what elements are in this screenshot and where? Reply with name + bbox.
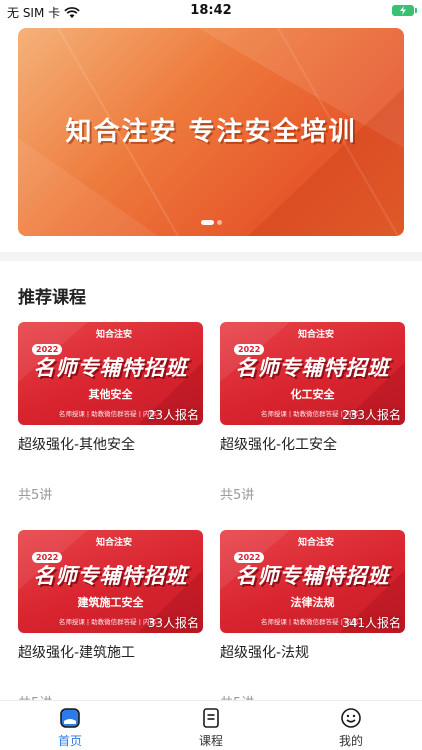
thumbnail-subject: 化工安全 — [290, 388, 335, 401]
thumbnail-headline: 名师专辅特招班 — [235, 564, 390, 588]
brand-logo: 知合注安 — [298, 538, 335, 548]
thumbnail-subject: 法律法规 — [290, 596, 335, 609]
promo-banner[interactable]: 知合注安 专注安全培训 — [18, 28, 404, 236]
brand-logo: 知合注安 — [96, 330, 133, 340]
pagination-dot — [217, 220, 222, 225]
course-title: 超级强化-化工安全 — [220, 437, 338, 453]
battery-charging-icon — [392, 5, 417, 16]
smiley-profile-icon — [341, 708, 361, 728]
course-thumbnail: 知合注安 2022 名师专辅特招班 建筑施工安全 名师授课 | 助教微信群答疑 … — [18, 530, 203, 633]
lesson-count: 共5讲 — [18, 488, 53, 503]
thumbnail-subject: 其他安全 — [88, 388, 133, 401]
bottom-tab-bar: 首页 课程 我的 — [0, 700, 422, 750]
pagination-dot-active — [201, 220, 214, 225]
enrollment-count: 233人报名 — [342, 408, 401, 422]
brand-logo: 知合注安 — [298, 330, 335, 340]
enrollment-count: 341人报名 — [342, 616, 401, 630]
status-bar: 无 SIM 卡 18:42 — [0, 0, 422, 22]
status-time: 18:42 — [190, 3, 232, 18]
course-book-icon — [203, 708, 219, 728]
tab-home-label: 首页 — [57, 734, 82, 748]
section-divider — [0, 252, 422, 261]
course-title: 超级强化-法规 — [220, 645, 310, 661]
tab-courses[interactable]: 课程 — [171, 707, 251, 749]
course-thumbnail: 知合注安 2022 名师专辅特招班 法律法规 名师授课 | 助教微信群答疑 | … — [220, 530, 405, 633]
lesson-count: 共5讲 — [220, 488, 255, 503]
course-card[interactable]: 知合注安 2022 名师专辅特招班 法律法规 名师授课 | 助教微信群答疑 | … — [220, 530, 405, 711]
course-thumbnail: 知合注安 2022 名师专辅特招班 化工安全 名师授课 | 助教微信群答疑 | … — [220, 322, 405, 425]
course-card[interactable]: 知合注安 2022 名师专辅特招班 化工安全 名师授课 | 助教微信群答疑 | … — [220, 322, 405, 503]
course-title: 超级强化-其他安全 — [18, 437, 136, 453]
thumbnail-headline: 名师专辅特招班 — [33, 564, 188, 588]
tab-profile-label: 我的 — [338, 734, 363, 748]
tab-profile[interactable]: 我的 — [311, 707, 391, 749]
course-thumbnail: 知合注安 2022 名师专辅特招班 其他安全 名师授课 | 助教微信群答疑 | … — [18, 322, 203, 425]
banner-headline: 知合注安 专注安全培训 — [65, 117, 357, 147]
enrollment-count: 23人报名 — [147, 408, 199, 422]
brand-logo: 知合注安 — [96, 538, 133, 548]
thumbnail-headline: 名师专辅特招班 — [33, 356, 188, 380]
recommended-courses-title: 推荐课程 — [18, 288, 86, 308]
thumbnail-headline: 名师专辅特招班 — [235, 356, 390, 380]
course-card[interactable]: 知合注安 2022 名师专辅特招班 其他安全 名师授课 | 助教微信群答疑 | … — [18, 322, 203, 503]
enrollment-count: 33人报名 — [147, 616, 199, 630]
course-card[interactable]: 知合注安 2022 名师专辅特招班 建筑施工安全 名师授课 | 助教微信群答疑 … — [18, 530, 203, 711]
banner-pagination — [201, 220, 222, 225]
thumbnail-subject: 建筑施工安全 — [77, 596, 144, 609]
home-icon — [60, 708, 80, 728]
tab-courses-label: 课程 — [198, 734, 223, 748]
course-title: 超级强化-建筑施工 — [18, 645, 136, 661]
tab-home[interactable]: 首页 — [30, 707, 110, 749]
